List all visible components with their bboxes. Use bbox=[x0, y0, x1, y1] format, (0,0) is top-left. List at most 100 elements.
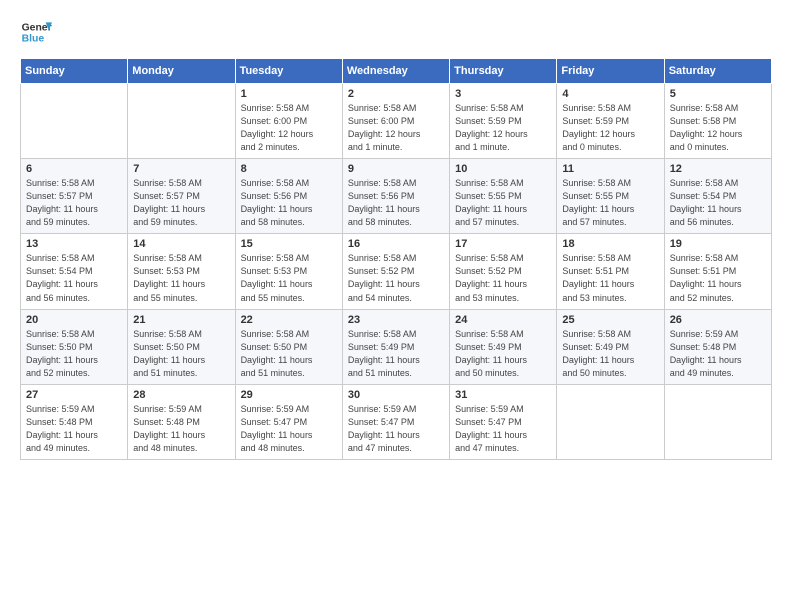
day-number: 9 bbox=[348, 163, 444, 175]
week-row-5: 27 Sunrise: 5:59 AM Sunset: 5:48 PM Dayli… bbox=[21, 384, 772, 459]
day-info: Sunrise: 5:58 AM Sunset: 5:50 PM Dayligh… bbox=[133, 328, 229, 380]
day-number: 7 bbox=[133, 163, 229, 175]
day-number: 17 bbox=[455, 238, 551, 250]
day-info: Sunrise: 5:58 AM Sunset: 5:49 PM Dayligh… bbox=[455, 328, 551, 380]
day-cell: 26 Sunrise: 5:59 AM Sunset: 5:48 PM Dayli… bbox=[664, 309, 771, 384]
day-cell: 11 Sunrise: 5:58 AM Sunset: 5:55 PM Dayli… bbox=[557, 159, 664, 234]
day-info: Sunrise: 5:58 AM Sunset: 5:55 PM Dayligh… bbox=[562, 177, 658, 229]
day-cell: 22 Sunrise: 5:58 AM Sunset: 5:50 PM Dayli… bbox=[235, 309, 342, 384]
day-info: Sunrise: 5:58 AM Sunset: 5:52 PM Dayligh… bbox=[348, 252, 444, 304]
day-number: 8 bbox=[241, 163, 337, 175]
day-info: Sunrise: 5:58 AM Sunset: 5:50 PM Dayligh… bbox=[26, 328, 122, 380]
day-number: 12 bbox=[670, 163, 766, 175]
weekday-header-thursday: Thursday bbox=[450, 59, 557, 84]
day-cell: 17 Sunrise: 5:58 AM Sunset: 5:52 PM Dayli… bbox=[450, 234, 557, 309]
day-number: 20 bbox=[26, 314, 122, 326]
day-info: Sunrise: 5:58 AM Sunset: 5:51 PM Dayligh… bbox=[562, 252, 658, 304]
week-row-2: 6Sunrise: 5:58 AM Sunset: 5:57 PM Daylig… bbox=[21, 159, 772, 234]
day-info: Sunrise: 5:59 AM Sunset: 5:47 PM Dayligh… bbox=[455, 403, 551, 455]
day-info: Sunrise: 5:58 AM Sunset: 5:49 PM Dayligh… bbox=[348, 328, 444, 380]
week-row-4: 20 Sunrise: 5:58 AM Sunset: 5:50 PM Dayli… bbox=[21, 309, 772, 384]
day-number: 19 bbox=[670, 238, 766, 250]
week-row-1: 1 Sunrise: 5:58 AM Sunset: 6:00 PM Daylig… bbox=[21, 84, 772, 159]
day-cell: 7 Sunrise: 5:58 AM Sunset: 5:57 PM Daylig… bbox=[128, 159, 235, 234]
day-number: 13 bbox=[26, 238, 122, 250]
logo-icon: General Blue bbox=[20, 16, 52, 48]
day-number: 24 bbox=[455, 314, 551, 326]
day-info: Sunrise: 5:58 AM Sunset: 5:49 PM Dayligh… bbox=[562, 328, 658, 380]
day-info: Sunrise: 5:58 AM Sunset: 6:00 PM Dayligh… bbox=[348, 102, 444, 154]
weekday-header-sunday: Sunday bbox=[21, 59, 128, 84]
day-cell: 18 Sunrise: 5:58 AM Sunset: 5:51 PM Dayli… bbox=[557, 234, 664, 309]
day-cell bbox=[128, 84, 235, 159]
day-number: 31 bbox=[455, 389, 551, 401]
day-cell: 3 Sunrise: 5:58 AM Sunset: 5:59 PM Daylig… bbox=[450, 84, 557, 159]
day-cell: 24 Sunrise: 5:58 AM Sunset: 5:49 PM Dayli… bbox=[450, 309, 557, 384]
day-number: 4 bbox=[562, 88, 658, 100]
day-cell: 29Sunrise: 5:59 AM Sunset: 5:47 PM Dayli… bbox=[235, 384, 342, 459]
day-number: 2 bbox=[348, 88, 444, 100]
day-cell: 19 Sunrise: 5:58 AM Sunset: 5:51 PM Dayli… bbox=[664, 234, 771, 309]
day-info: Sunrise: 5:58 AM Sunset: 5:50 PM Dayligh… bbox=[241, 328, 337, 380]
day-number: 25 bbox=[562, 314, 658, 326]
day-number: 16 bbox=[348, 238, 444, 250]
day-info: Sunrise: 5:58 AM Sunset: 5:55 PM Dayligh… bbox=[455, 177, 551, 229]
day-number: 11 bbox=[562, 163, 658, 175]
day-number: 27 bbox=[26, 389, 122, 401]
day-cell: 12 Sunrise: 5:58 AM Sunset: 5:54 PM Dayli… bbox=[664, 159, 771, 234]
header: General Blue bbox=[20, 16, 772, 48]
day-cell: 30 Sunrise: 5:59 AM Sunset: 5:47 PM Dayli… bbox=[342, 384, 449, 459]
logo: General Blue bbox=[20, 16, 52, 48]
day-cell: 9Sunrise: 5:58 AM Sunset: 5:56 PM Daylig… bbox=[342, 159, 449, 234]
day-number: 23 bbox=[348, 314, 444, 326]
day-info: Sunrise: 5:58 AM Sunset: 5:53 PM Dayligh… bbox=[133, 252, 229, 304]
day-info: Sunrise: 5:59 AM Sunset: 5:48 PM Dayligh… bbox=[670, 328, 766, 380]
day-cell: 1Sunrise: 5:58 AM Sunset: 6:00 PM Daylig… bbox=[235, 84, 342, 159]
day-info: Sunrise: 5:58 AM Sunset: 5:57 PM Dayligh… bbox=[133, 177, 229, 229]
day-cell: 25 Sunrise: 5:58 AM Sunset: 5:49 PM Dayli… bbox=[557, 309, 664, 384]
day-number: 1 bbox=[241, 88, 337, 100]
day-number: 14 bbox=[133, 238, 229, 250]
day-cell: 27Sunrise: 5:59 AM Sunset: 5:48 PM Dayli… bbox=[21, 384, 128, 459]
weekday-header-row: SundayMondayTuesdayWednesdayThursdayFrid… bbox=[21, 59, 772, 84]
day-cell: 31 Sunrise: 5:59 AM Sunset: 5:47 PM Dayli… bbox=[450, 384, 557, 459]
weekday-header-tuesday: Tuesday bbox=[235, 59, 342, 84]
day-number: 3 bbox=[455, 88, 551, 100]
day-number: 26 bbox=[670, 314, 766, 326]
day-info: Sunrise: 5:58 AM Sunset: 5:51 PM Dayligh… bbox=[670, 252, 766, 304]
day-info: Sunrise: 5:58 AM Sunset: 5:57 PM Dayligh… bbox=[26, 177, 122, 229]
calendar-page: General Blue SundayMondayTuesdayWednesda… bbox=[0, 0, 792, 612]
day-cell: 10 Sunrise: 5:58 AM Sunset: 5:55 PM Dayli… bbox=[450, 159, 557, 234]
day-cell bbox=[557, 384, 664, 459]
day-cell: 16 Sunrise: 5:58 AM Sunset: 5:52 PM Dayli… bbox=[342, 234, 449, 309]
day-info: Sunrise: 5:59 AM Sunset: 5:47 PM Dayligh… bbox=[348, 403, 444, 455]
day-number: 18 bbox=[562, 238, 658, 250]
day-number: 29 bbox=[241, 389, 337, 401]
day-info: Sunrise: 5:58 AM Sunset: 5:54 PM Dayligh… bbox=[670, 177, 766, 229]
day-cell: 23 Sunrise: 5:58 AM Sunset: 5:49 PM Dayli… bbox=[342, 309, 449, 384]
day-info: Sunrise: 5:59 AM Sunset: 5:48 PM Dayligh… bbox=[133, 403, 229, 455]
day-number: 22 bbox=[241, 314, 337, 326]
day-info: Sunrise: 5:58 AM Sunset: 5:52 PM Dayligh… bbox=[455, 252, 551, 304]
day-cell: 6Sunrise: 5:58 AM Sunset: 5:57 PM Daylig… bbox=[21, 159, 128, 234]
day-cell: 13 Sunrise: 5:58 AM Sunset: 5:54 PM Dayli… bbox=[21, 234, 128, 309]
day-cell: 20 Sunrise: 5:58 AM Sunset: 5:50 PM Dayli… bbox=[21, 309, 128, 384]
day-info: Sunrise: 5:58 AM Sunset: 5:59 PM Dayligh… bbox=[455, 102, 551, 154]
weekday-header-saturday: Saturday bbox=[664, 59, 771, 84]
day-info: Sunrise: 5:58 AM Sunset: 5:58 PM Dayligh… bbox=[670, 102, 766, 154]
day-cell: 4Sunrise: 5:58 AM Sunset: 5:59 PM Daylig… bbox=[557, 84, 664, 159]
day-cell: 28 Sunrise: 5:59 AM Sunset: 5:48 PM Dayli… bbox=[128, 384, 235, 459]
day-number: 21 bbox=[133, 314, 229, 326]
day-cell: 5Sunrise: 5:58 AM Sunset: 5:58 PM Daylig… bbox=[664, 84, 771, 159]
svg-text:Blue: Blue bbox=[22, 34, 45, 45]
day-number: 15 bbox=[241, 238, 337, 250]
day-number: 10 bbox=[455, 163, 551, 175]
day-cell bbox=[664, 384, 771, 459]
day-cell: 2 Sunrise: 5:58 AM Sunset: 6:00 PM Daylig… bbox=[342, 84, 449, 159]
weekday-header-monday: Monday bbox=[128, 59, 235, 84]
day-info: Sunrise: 5:58 AM Sunset: 5:54 PM Dayligh… bbox=[26, 252, 122, 304]
weekday-header-wednesday: Wednesday bbox=[342, 59, 449, 84]
day-cell bbox=[21, 84, 128, 159]
day-number: 28 bbox=[133, 389, 229, 401]
day-number: 30 bbox=[348, 389, 444, 401]
